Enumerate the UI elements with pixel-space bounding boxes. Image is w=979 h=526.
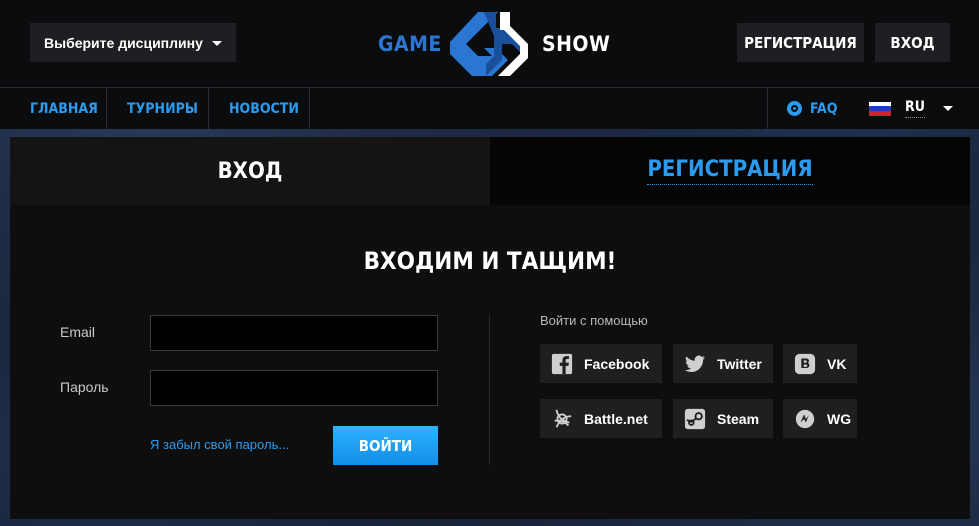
wargaming-icon: [793, 407, 817, 431]
tab-register-label: РЕГИСТРАЦИЯ: [647, 157, 813, 185]
discipline-select[interactable]: Выберите дисциплину: [30, 23, 236, 62]
nav-divider: [767, 88, 768, 129]
social-label: VK: [827, 355, 847, 372]
header-register-button[interactable]: РЕГИСТРАЦИЯ: [737, 23, 864, 62]
steam-login-button[interactable]: Steam: [673, 399, 773, 438]
login-heading: ВХОДИМ И ТАЩИМ!: [363, 247, 617, 275]
twitter-login-button[interactable]: Twitter: [673, 344, 773, 383]
facebook-login-button[interactable]: Facebook: [540, 344, 662, 383]
vk-icon: [793, 352, 817, 376]
main-nav: ГЛАВНАЯ ТУРНИРЫ НОВОСТИ FAQ RU: [0, 87, 979, 129]
login-submit-button[interactable]: ВОЙТИ: [333, 426, 438, 465]
wargaming-login-button[interactable]: WG: [783, 399, 857, 438]
faq-label: FAQ: [810, 100, 838, 117]
facebook-icon: [550, 352, 574, 376]
auth-panel: ВХОД РЕГИСТРАЦИЯ ВХОДИМ И ТАЩИМ! Email П…: [10, 137, 970, 519]
faq-link[interactable]: FAQ: [787, 88, 837, 129]
social-label: Twitter: [717, 355, 762, 372]
password-field[interactable]: [150, 370, 438, 406]
site-header: Выберите дисциплину GAME SHOW РЕГИСТРАЦИ…: [0, 0, 979, 87]
chevron-down-icon: [942, 106, 953, 111]
nav-item-news[interactable]: НОВОСТИ: [229, 88, 299, 129]
nav-divider: [208, 88, 209, 129]
battlenet-icon: [550, 407, 574, 431]
social-login-title: Войти с помощью: [540, 313, 648, 328]
site-logo[interactable]: GAME SHOW: [378, 8, 610, 80]
vk-login-button[interactable]: VK: [783, 344, 857, 383]
tab-register[interactable]: РЕГИСТРАЦИЯ: [490, 137, 970, 205]
social-label: Battle.net: [584, 410, 648, 427]
header-login-button[interactable]: ВХОД: [875, 23, 950, 62]
social-label: Facebook: [584, 355, 650, 372]
nav-item-home[interactable]: ГЛАВНАЯ: [30, 88, 98, 129]
email-field[interactable]: [150, 315, 438, 351]
battlenet-login-button[interactable]: Battle.net: [540, 399, 662, 438]
logo-text-show: SHOW: [542, 32, 611, 56]
form-divider: [489, 315, 490, 465]
email-label: Email: [60, 324, 96, 340]
logo-text-game: GAME: [378, 32, 442, 56]
russian-flag-icon: [869, 101, 891, 116]
nav-item-tournaments[interactable]: ТУРНИРЫ: [127, 88, 198, 129]
password-label: Пароль: [60, 379, 109, 395]
tab-login[interactable]: ВХОД: [10, 137, 490, 205]
faq-icon: [787, 101, 802, 116]
forgot-password-link[interactable]: Я забыл свой пароль...: [150, 437, 289, 452]
social-label: Steam: [717, 410, 760, 427]
gs-logo-icon: [450, 12, 528, 76]
language-select[interactable]: RU: [869, 88, 953, 129]
nav-divider: [309, 88, 310, 129]
nav-divider: [106, 88, 107, 129]
steam-icon: [683, 407, 707, 431]
language-code: RU: [905, 99, 925, 118]
chevron-down-icon: [212, 41, 222, 46]
social-label: WG: [827, 410, 852, 427]
discipline-select-label: Выберите дисциплину: [44, 34, 203, 51]
twitter-icon: [683, 352, 707, 376]
